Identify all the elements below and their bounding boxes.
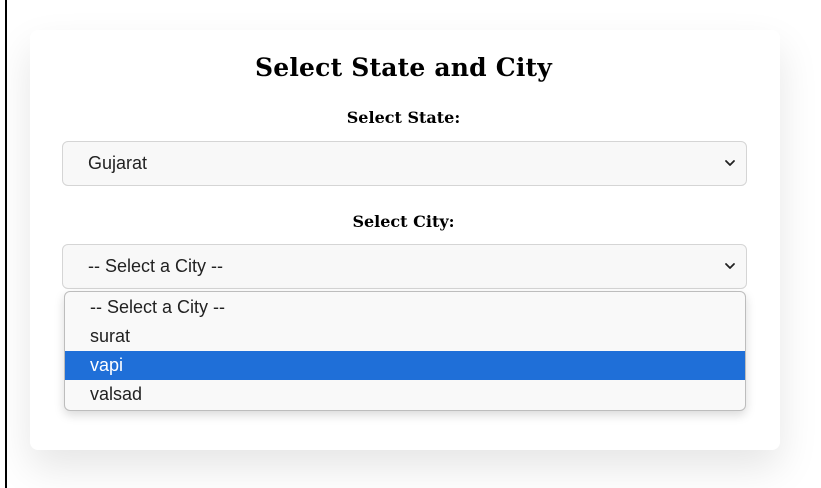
state-select[interactable]: Gujarat [62, 141, 747, 186]
state-select-value: Gujarat [88, 153, 148, 173]
city-dropdown-list: -- Select a City -- surat vapi valsad [64, 291, 746, 411]
chevron-down-icon [725, 263, 735, 269]
page: Select State and City Select State: Guja… [0, 0, 821, 488]
city-option-placeholder[interactable]: -- Select a City -- [65, 293, 745, 322]
city-label: Select City: [352, 212, 455, 231]
city-option-valsad[interactable]: valsad [65, 380, 745, 409]
state-label: Select State: [346, 108, 461, 127]
city-option-vapi[interactable]: vapi [65, 351, 745, 380]
chevron-down-icon [725, 160, 735, 166]
city-select[interactable]: -- Select a City -- [62, 244, 747, 289]
city-select-value: -- Select a City -- [88, 256, 224, 276]
city-option-surat[interactable]: surat [65, 322, 745, 351]
page-title: Select State and City [254, 53, 553, 82]
